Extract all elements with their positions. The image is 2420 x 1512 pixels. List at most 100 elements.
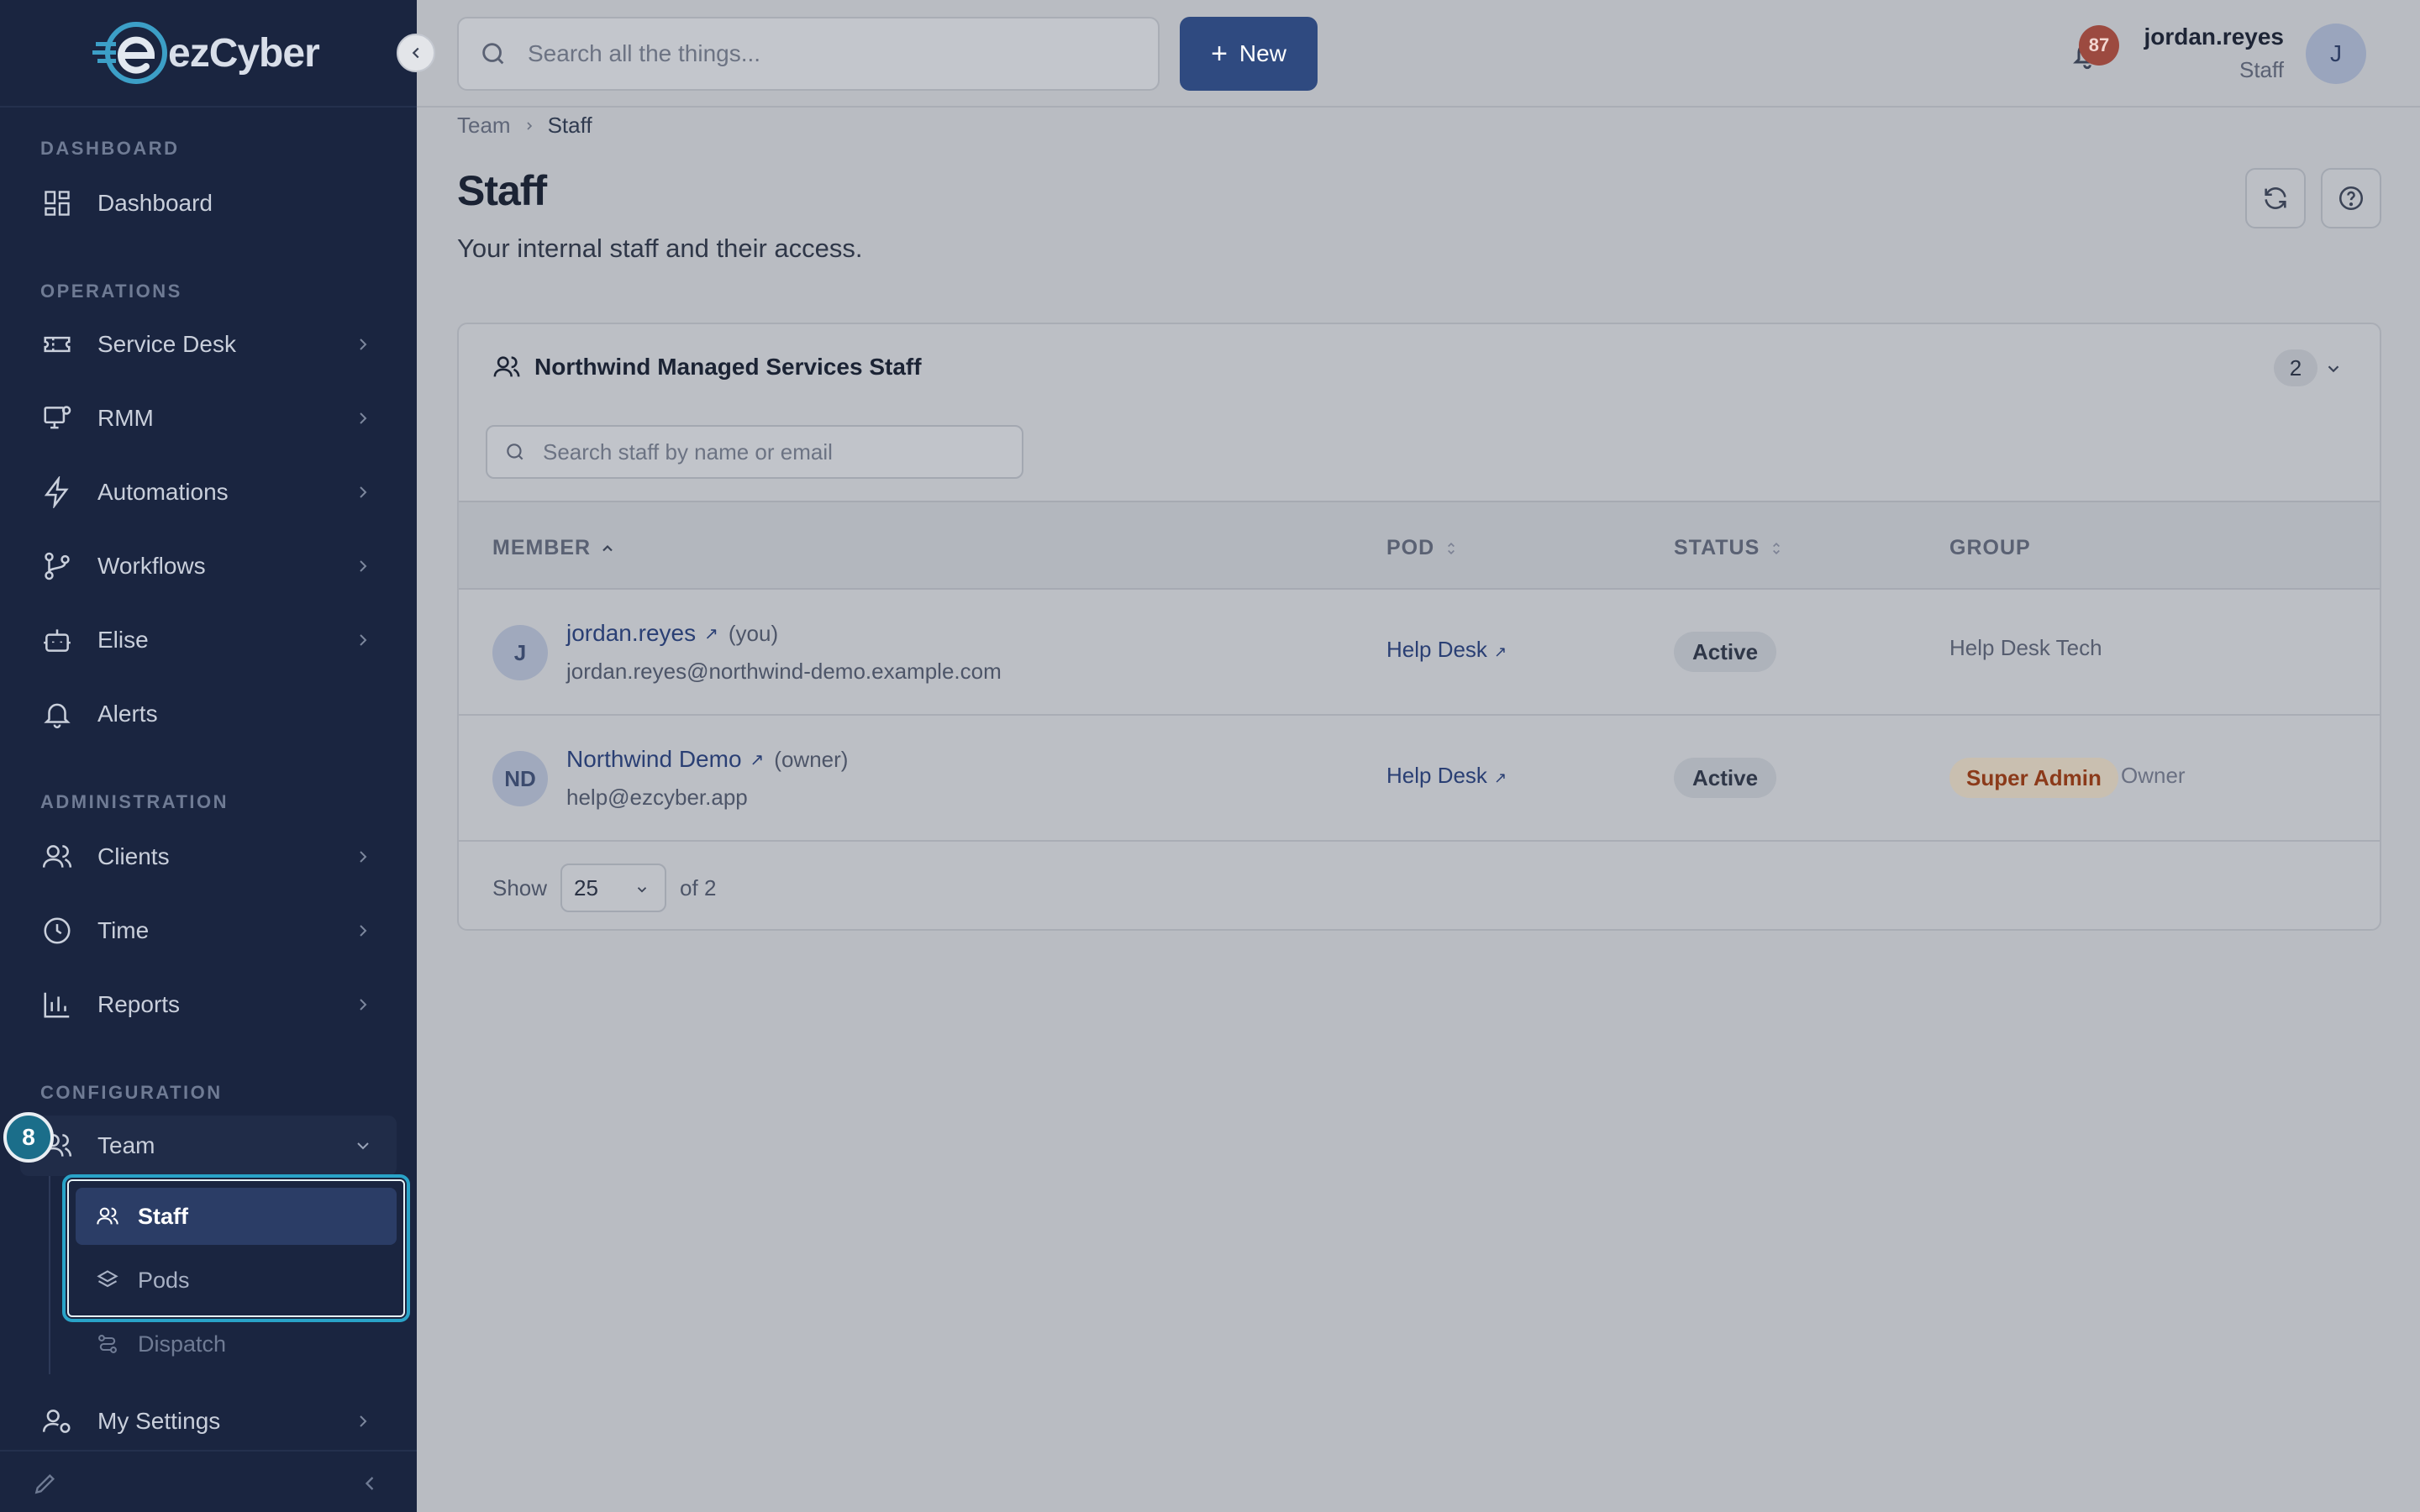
sidebar-subitem-dispatch[interactable]: Dispatch [76, 1315, 397, 1373]
member-email: help@ezcyber.app [566, 785, 748, 810]
chevron-right-icon [360, 560, 367, 572]
pod-link[interactable]: Help Desk ↗ [1386, 763, 1507, 789]
help-button[interactable] [2321, 168, 2381, 228]
pod-link[interactable]: Help Desk ↗ [1386, 637, 1507, 663]
pagination: Show 25 of 2 [492, 864, 716, 912]
global-search-input[interactable]: Search all the things... [457, 17, 1160, 91]
sidebar-item-automations[interactable]: Automations [20, 462, 397, 522]
column-label: POD [1386, 536, 1435, 559]
chevron-down-icon [637, 887, 647, 893]
chevron-down-icon[interactable] [2324, 360, 2343, 378]
external-link-icon: ↗ [750, 750, 765, 769]
sidebar: ezCyber DASHBOARD Dashboard OPERATIONS S… [0, 0, 417, 1512]
sidebar-item-reports[interactable]: Reports [20, 974, 397, 1035]
sidebar-item-label: Dashboard [97, 190, 213, 216]
group-label: Owner [2121, 763, 2186, 788]
sidebar-item-label: Elise [97, 627, 149, 653]
avatar: ND [492, 751, 548, 806]
sidebar-item-time[interactable]: Time [20, 900, 397, 961]
chevron-down-icon [357, 1142, 369, 1150]
collapse-sidebar-icon[interactable] [358, 1472, 381, 1495]
table-row[interactable]: J jordan.reyes ↗ (you) jordan.reyes@nort… [459, 590, 2380, 716]
new-button-label: New [1239, 40, 1286, 66]
column-header-member[interactable]: MEMBER [492, 536, 616, 560]
sidebar-item-label: Reports [97, 991, 181, 1017]
member-name-link[interactable]: Northwind Demo [566, 746, 742, 773]
refresh-button[interactable] [2245, 168, 2306, 228]
clock-icon [40, 914, 74, 948]
search-placeholder: Search all the things... [528, 40, 761, 66]
page-title: Staff [457, 167, 547, 214]
member-name[interactable]: jordan.reyes ↗ (you) [566, 620, 778, 647]
sidebar-collapse-button[interactable] [397, 34, 435, 72]
column-header-status[interactable]: STATUS [1674, 536, 1785, 560]
sidebar-item-clients[interactable]: Clients [20, 827, 397, 887]
sidebar-item-my-settings[interactable]: My Settings [20, 1391, 397, 1452]
sidebar-item-service-desk[interactable]: Service Desk [20, 314, 397, 375]
page-subtitle: Your internal staff and their access. [457, 234, 863, 263]
sidebar-item-label: RMM [97, 405, 154, 431]
brand-logo[interactable]: ezCyber [92, 22, 320, 84]
breadcrumb: Team Staff [457, 113, 592, 139]
users-icon [40, 840, 74, 874]
member-tag: (you) [728, 620, 779, 646]
avatar: J [492, 625, 548, 680]
table-header: MEMBER POD STATUS GROUP [459, 501, 2380, 590]
ticket-icon [40, 328, 74, 361]
staff-search-input[interactable]: Search staff by name or email [486, 425, 1023, 479]
card-header[interactable]: Northwind Managed Services Staff [492, 353, 922, 381]
pod-label: Help Desk [1386, 763, 1487, 788]
breadcrumb-separator-icon [523, 113, 536, 139]
column-header-pod[interactable]: POD [1386, 536, 1460, 560]
chevron-right-icon [360, 339, 367, 350]
sidebar-item-team[interactable]: Team [20, 1116, 397, 1176]
sidebar-item-alerts[interactable]: Alerts [20, 684, 397, 744]
page-size-value: 25 [574, 874, 598, 900]
member-tag: (owner) [774, 746, 849, 772]
member-name-link[interactable]: jordan.reyes [566, 620, 696, 647]
card-title: Northwind Managed Services Staff [534, 354, 922, 380]
table-row[interactable]: ND Northwind Demo ↗ (owner) help@ezcyber… [459, 716, 2380, 842]
sidebar-item-elise[interactable]: Elise [20, 610, 397, 670]
sidebar-item-label: Team [97, 1132, 155, 1158]
staff-search-placeholder: Search staff by name or email [543, 438, 833, 465]
search-icon [507, 444, 523, 460]
user-name[interactable]: jordan.reyes [2144, 24, 2284, 50]
page-size-select[interactable]: 25 [560, 864, 667, 912]
avatar[interactable]: J [2306, 24, 2366, 84]
topbar: Search all the things... + New [417, 0, 2420, 108]
breadcrumb-parent[interactable]: Team [457, 113, 511, 139]
sort-icon [1448, 542, 1455, 554]
column-label: GROUP [1949, 536, 2031, 559]
breadcrumb-current: Staff [547, 113, 592, 138]
sidebar-item-dashboard[interactable]: Dashboard [20, 173, 397, 234]
chevron-right-icon [360, 851, 367, 863]
sidebar-item-rmm[interactable]: RMM [20, 388, 397, 449]
user-gear-icon [40, 1404, 74, 1438]
chevron-left-icon [412, 47, 419, 59]
notification-count-badge[interactable]: 87 [2079, 25, 2119, 66]
monitor-icon [40, 402, 74, 435]
section-label-configuration: CONFIGURATION [40, 1082, 223, 1103]
pencil-icon[interactable] [32, 1470, 59, 1497]
section-label-operations: OPERATIONS [40, 281, 182, 302]
users-icon [493, 356, 520, 377]
new-button[interactable]: + New [1180, 17, 1318, 91]
sidebar-item-workflows[interactable]: Workflows [20, 536, 397, 596]
grid-icon [40, 186, 74, 220]
help-icon [2338, 186, 2364, 211]
sidebar-item-label: Workflows [97, 553, 206, 579]
submenu-highlight-frame [62, 1174, 410, 1322]
role-badge: Super Admin [1949, 758, 2118, 798]
column-label: STATUS [1674, 536, 1760, 559]
route-icon [96, 1331, 121, 1357]
column-header-group: GROUP [1949, 536, 2031, 560]
sidebar-subitem-label: Dispatch [138, 1331, 227, 1357]
column-label: MEMBER [492, 536, 592, 559]
branch-icon [40, 549, 74, 583]
external-link-icon: ↗ [704, 624, 718, 643]
status-badge: Active [1674, 632, 1777, 672]
section-label-dashboard: DASHBOARD [40, 138, 180, 159]
member-name[interactable]: Northwind Demo ↗ (owner) [566, 746, 848, 773]
bar-chart-icon [40, 988, 74, 1021]
